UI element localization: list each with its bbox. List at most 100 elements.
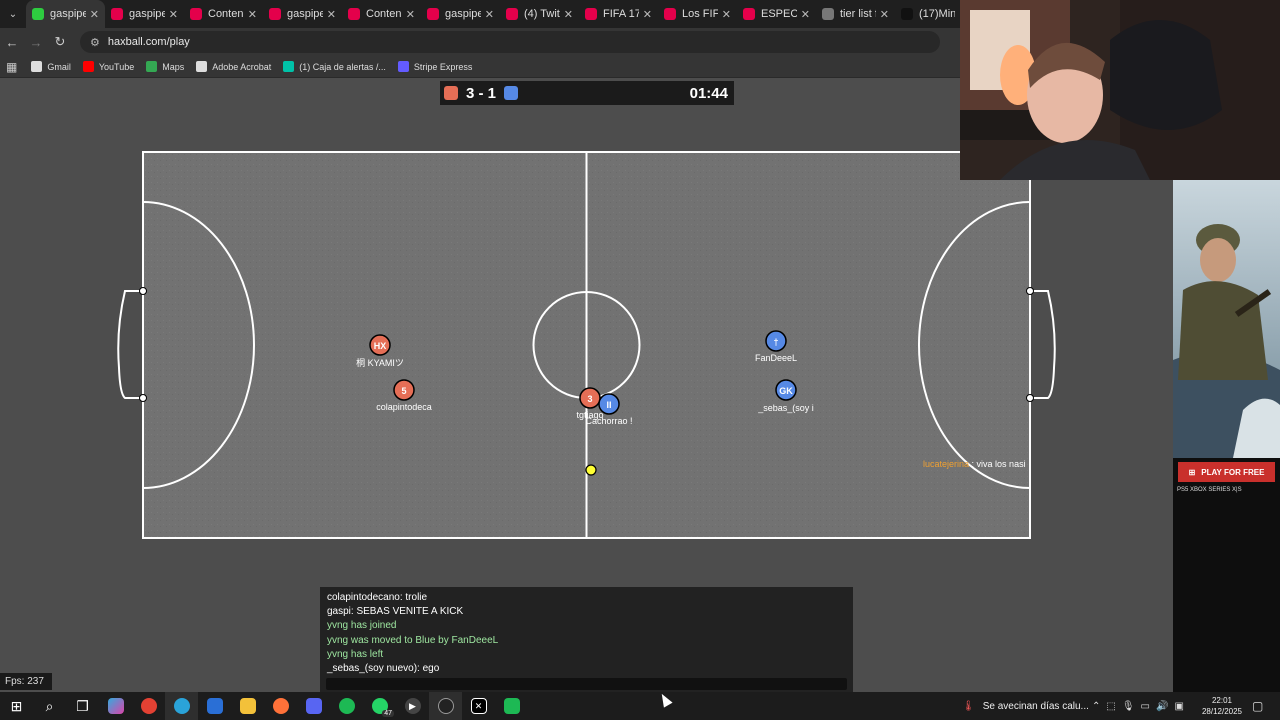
chevron-up-icon[interactable]: ⌃ xyxy=(1092,701,1100,712)
forward-icon[interactable]: → xyxy=(24,28,48,56)
browser-tab[interactable]: gaspipe ✕ xyxy=(26,0,105,28)
start-icon[interactable]: ⊞ xyxy=(0,692,33,720)
tab-favicon-icon xyxy=(32,8,44,20)
search-icon[interactable]: ⌕ xyxy=(33,692,66,720)
bookmark-item[interactable]: YouTube xyxy=(82,61,134,72)
taskbar: ⊞ ⌕ ❐ 47 ▶ ✕ 🌡 Se avecinan días calu... … xyxy=(0,692,1280,720)
display-icon[interactable]: ▣ xyxy=(1174,701,1183,712)
tab-title: Los FIFA xyxy=(682,8,718,20)
tab-search-icon[interactable]: ⌄ xyxy=(0,0,26,28)
close-tab-icon[interactable]: ✕ xyxy=(169,8,178,21)
close-tab-icon[interactable]: ✕ xyxy=(406,8,415,21)
media-player-icon[interactable]: ▶ xyxy=(396,692,429,720)
browser-tab[interactable]: (4) Twitch ✕ xyxy=(500,0,579,28)
browser-tab[interactable]: FIFA 17 (✕ xyxy=(579,0,658,28)
tab-title: gaspipe xyxy=(50,8,86,20)
clock-date: 28/12/2025 xyxy=(1201,707,1243,716)
browser-tab[interactable]: Los FIFA ✕ xyxy=(658,0,737,28)
browser-tab[interactable]: gaspipe ✕ xyxy=(105,0,184,28)
browser-tab[interactable]: gaspipe ✕ xyxy=(421,0,500,28)
chat-input[interactable] xyxy=(326,678,847,690)
bookmark-icon xyxy=(146,61,158,72)
browser-tab[interactable]: Contenid ✕ xyxy=(342,0,421,28)
bookmark-item[interactable]: Stripe Express xyxy=(397,61,473,72)
browser-tab[interactable]: gaspipe ✕ xyxy=(263,0,342,28)
tab-favicon-icon xyxy=(348,8,360,20)
left-goal xyxy=(117,290,143,399)
store-icon[interactable] xyxy=(198,692,231,720)
network-icon[interactable]: ⬚ xyxy=(1106,701,1115,712)
chat-line: gaspi: SEBAS VENITE A KICK xyxy=(327,606,464,618)
ball xyxy=(585,464,597,476)
player-avatar: 5 xyxy=(401,386,406,396)
close-tab-icon[interactable]: ✕ xyxy=(643,8,652,21)
tab-favicon-icon xyxy=(506,8,518,20)
overlay-chat-text: viva los nasi xyxy=(977,459,1026,469)
mic-icon[interactable]: 🎙 xyxy=(1122,701,1135,712)
weather-widget[interactable]: 🌡 Se avecinan días calu... xyxy=(962,692,1089,720)
bookmark-label: Gmail xyxy=(47,61,71,72)
bookmark-item[interactable]: Gmail xyxy=(31,61,71,72)
close-tab-icon[interactable]: ✕ xyxy=(248,8,257,21)
player-name: colapintodeca xyxy=(376,402,432,412)
browser-tab[interactable]: ESPECIAL ✕ xyxy=(737,0,816,28)
browser-tab[interactable]: Contenid ✕ xyxy=(184,0,263,28)
spotify-icon[interactable] xyxy=(330,692,363,720)
chat-line: _sebas_(soy nuevo): ego xyxy=(327,663,440,675)
tab-title: Contenid xyxy=(366,8,402,20)
play-for-free-button[interactable]: ⊞ PLAY FOR FREE xyxy=(1178,462,1275,482)
file-explorer-icon[interactable] xyxy=(231,692,264,720)
capcut-icon[interactable]: ✕ xyxy=(462,692,495,720)
fps-counter: Fps: 237 xyxy=(0,673,52,690)
bookmark-item[interactable]: (1) Caja de alertas /... xyxy=(283,61,386,72)
whatsapp-icon[interactable]: 47 xyxy=(363,692,396,720)
platform-logos: PS5 XBOX SERIES X|S xyxy=(1177,487,1242,493)
copilot-icon[interactable] xyxy=(99,692,132,720)
edge-icon[interactable] xyxy=(165,692,198,720)
task-view-icon[interactable]: ❐ xyxy=(66,692,99,720)
bookmark-label: Stripe Express xyxy=(413,61,473,72)
player-avatar: 3 xyxy=(587,394,592,404)
reload-icon[interactable]: ↻ xyxy=(48,28,72,56)
app-green-icon[interactable] xyxy=(495,692,528,720)
notification-icon[interactable]: ▢ xyxy=(1252,699,1263,713)
bookmark-label: (1) Caja de alertas /... xyxy=(299,61,386,72)
tab-favicon-icon xyxy=(901,8,913,20)
close-tab-icon[interactable]: ✕ xyxy=(90,8,99,21)
tab-title: (17)Mine xyxy=(919,8,955,20)
streamer-camera-image xyxy=(960,0,1280,180)
back-icon[interactable]: ← xyxy=(0,28,24,56)
windows-icon: ⊞ xyxy=(1188,467,1196,477)
close-tab-icon[interactable]: ✕ xyxy=(880,8,889,21)
discord-icon[interactable] xyxy=(297,692,330,720)
close-tab-icon[interactable]: ✕ xyxy=(485,8,494,21)
volume-icon[interactable]: 🔊 xyxy=(1156,701,1168,712)
apps-grid-icon[interactable]: ▦ xyxy=(6,60,17,74)
cta-label: PLAY FOR FREE xyxy=(1201,467,1265,477)
close-tab-icon[interactable]: ✕ xyxy=(801,8,810,21)
tab-favicon-icon xyxy=(190,8,202,20)
bookmark-item[interactable]: Adobe Acrobat xyxy=(196,61,271,72)
url-text: haxball.com/play xyxy=(107,36,190,48)
game-advertisement[interactable]: ⊞ PLAY FOR FREE PS5 XBOX SERIES X|S xyxy=(1173,180,1280,692)
tab-title: gaspipe xyxy=(445,8,481,20)
bookmark-item[interactable]: Maps xyxy=(146,61,184,72)
taskbar-clock[interactable]: 22:01 28/12/2025 xyxy=(1196,695,1248,717)
left-post-top xyxy=(139,287,147,295)
tab-favicon-icon xyxy=(427,8,439,20)
battery-icon[interactable]: ▭ xyxy=(1141,701,1150,712)
player-name: _sebas_(soy i xyxy=(757,403,814,413)
right-post-bottom xyxy=(1026,394,1034,402)
tab-favicon-icon xyxy=(269,8,281,20)
site-info-icon[interactable]: ⚙ xyxy=(90,36,100,49)
url-bar[interactable]: ⚙ haxball.com/play xyxy=(80,31,940,53)
chrome-icon[interactable] xyxy=(132,692,165,720)
right-post-top xyxy=(1026,287,1034,295)
close-tab-icon[interactable]: ✕ xyxy=(722,8,731,21)
close-tab-icon[interactable]: ✕ xyxy=(327,8,336,21)
chat-box: colapintodecano: trolie gaspi: SEBAS VENI… xyxy=(320,587,853,692)
obs-icon[interactable] xyxy=(429,692,462,720)
close-tab-icon[interactable]: ✕ xyxy=(564,8,573,21)
firefox-icon[interactable] xyxy=(264,692,297,720)
browser-tab[interactable]: tier list f ✕ xyxy=(816,0,895,28)
